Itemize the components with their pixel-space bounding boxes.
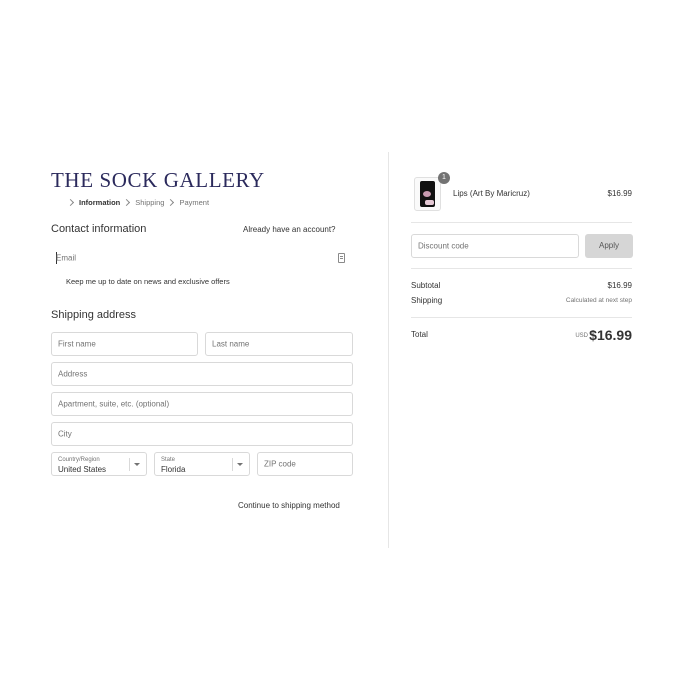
select-divider [129,458,130,471]
discount-code-field[interactable]: Discount code [411,234,579,258]
shipping-label: Shipping [411,296,443,305]
state-value: Florida [161,465,186,474]
country-label: Country/Region [58,457,100,463]
country-select[interactable]: Country/Region United States [51,452,147,476]
chevron-down-icon [237,463,243,466]
apartment-placeholder: Apartment, suite, etc. (optional) [58,399,170,409]
continue-to-shipping-button[interactable]: Continue to shipping method [238,501,340,510]
product-price: $16.99 [607,189,632,198]
discount-placeholder: Discount code [418,241,469,251]
email-placeholder: Email [56,253,77,263]
contact-heading: Contact information [51,223,147,235]
product-name: Lips (Art By Maricruz) [453,189,530,198]
currency-code: USD [575,333,588,339]
zip-placeholder: ZIP code [264,459,296,469]
chevron-right-icon [123,198,131,207]
chevron-right-icon [167,198,175,207]
login-link[interactable]: Already have an account? [243,225,336,234]
city-placeholder: City [58,429,72,439]
city-field[interactable]: City [51,422,353,446]
select-divider [232,458,233,471]
summary-divider [411,268,632,269]
shipping-heading: Shipping address [51,309,137,321]
total-label: Total [411,330,428,339]
last-name-field[interactable]: Last name [205,332,353,356]
chevron-down-icon [134,463,140,466]
address-placeholder: Address [58,369,88,379]
apartment-field[interactable]: Apartment, suite, etc. (optional) [51,392,353,416]
state-select[interactable]: State Florida [154,452,250,476]
last-name-placeholder: Last name [212,339,250,349]
shipping-value: Calculated at next step [565,297,632,304]
total-value: $16.99 [589,327,632,343]
apply-discount-button[interactable]: Apply [585,234,633,258]
email-field[interactable]: Email [51,247,353,269]
quantity-badge: 1 [438,172,450,184]
column-divider [388,152,389,548]
contact-card-icon [338,253,345,263]
country-value: United States [58,465,107,474]
summary-divider [411,222,632,223]
summary-divider [411,317,632,318]
subtotal-label: Subtotal [411,281,441,290]
breadcrumb-payment: Payment [179,198,210,207]
subtotal-value: $16.99 [607,281,632,290]
chevron-right-icon [66,198,75,207]
zip-field[interactable]: ZIP code [257,452,353,476]
offers-checkbox-label[interactable]: Keep me up to date on news and exclusive… [66,277,230,286]
breadcrumb: Information Shipping Payment [64,198,209,207]
address-field[interactable]: Address [51,362,353,386]
product-thumbnail [414,177,441,211]
first-name-placeholder: First name [58,339,96,349]
sock-image [420,181,435,207]
breadcrumb-shipping: Shipping [135,198,165,207]
store-logo[interactable]: THE SOCK GALLERY [51,168,265,193]
state-label: State [161,457,176,463]
first-name-field[interactable]: First name [51,332,198,356]
breadcrumb-information: Information [79,198,121,207]
